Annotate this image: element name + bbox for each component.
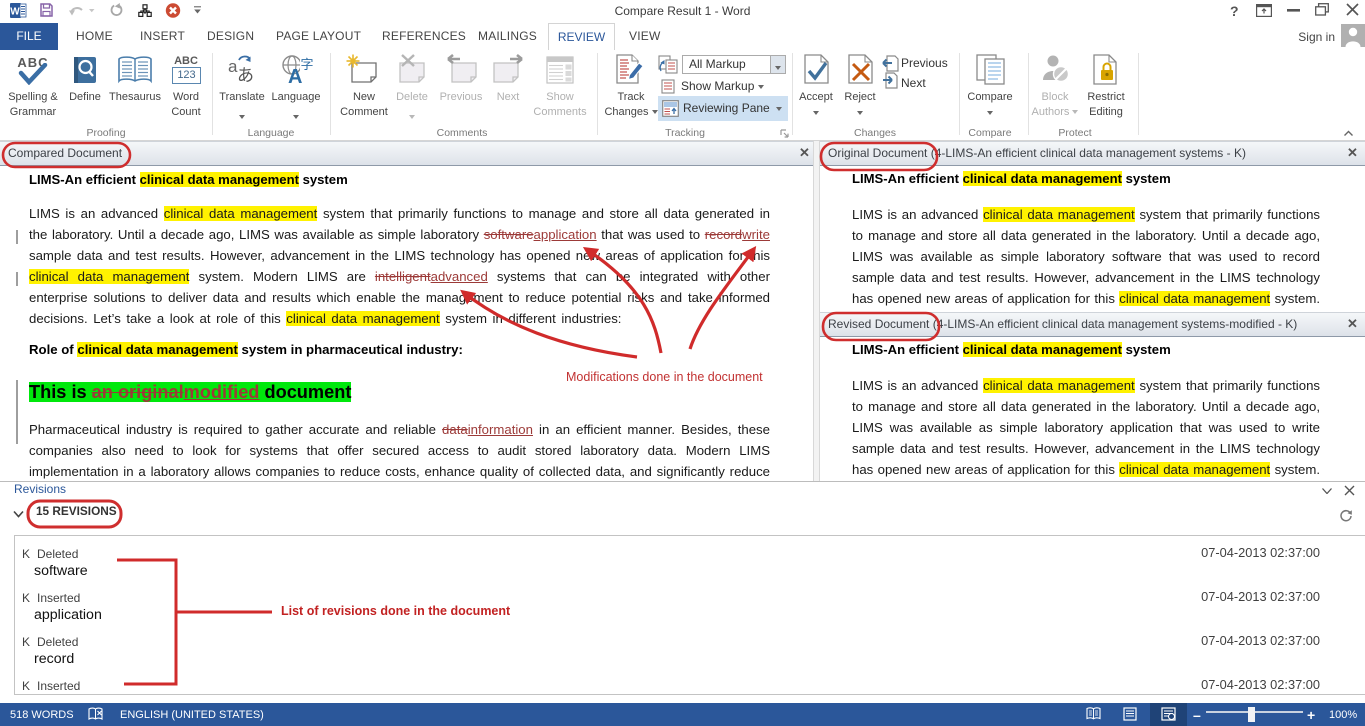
svg-text:あ: あ <box>237 66 254 85</box>
svg-text:字: 字 <box>301 57 314 72</box>
